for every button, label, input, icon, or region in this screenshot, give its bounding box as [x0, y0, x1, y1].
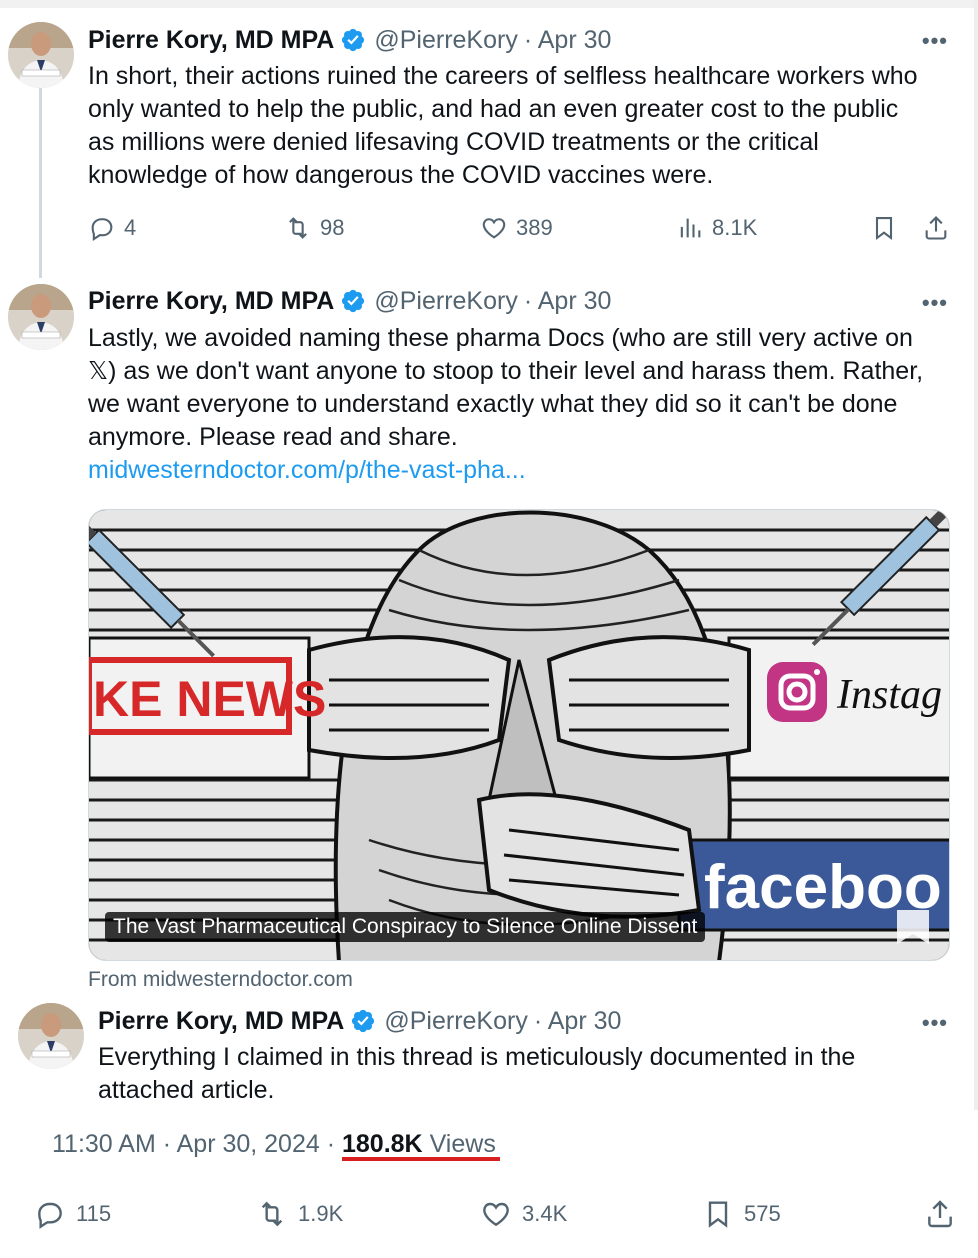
like-button[interactable]: 389	[480, 214, 553, 242]
verified-badge-icon	[342, 28, 365, 52]
share-icon	[928, 1200, 952, 1228]
author-handle[interactable]: @PierreKory	[384, 1006, 527, 1036]
text-line: attached article.	[98, 1076, 275, 1104]
bookmark-icon	[875, 217, 893, 241]
heart-icon	[482, 218, 506, 239]
text-line: we want everyone to understand exactly w…	[88, 390, 898, 418]
like-count: 389	[516, 215, 553, 240]
author-handle[interactable]: @PierreKory	[374, 286, 517, 316]
tweet-actions: 4 98 389 8.1K	[88, 214, 950, 248]
avatar[interactable]	[8, 22, 74, 88]
reply-icon	[91, 218, 113, 242]
highlight-underline	[342, 1157, 500, 1161]
text-line: anymore. Please read and share.	[88, 423, 458, 451]
more-options-icon[interactable]: •••	[922, 1010, 948, 1036]
text-line: as millions were denied lifesaving COVID…	[88, 128, 819, 156]
text-line: Lastly, we avoided naming these pharma D…	[88, 324, 913, 352]
tweet-date[interactable]: · Apr 30	[524, 286, 612, 316]
more-options-icon[interactable]: •••	[922, 28, 948, 54]
reply-count: 4	[124, 215, 137, 240]
verified-badge-icon	[352, 1009, 375, 1033]
tweet-text: Everything I claimed in this thread is m…	[98, 1041, 855, 1107]
repost-icon	[261, 1201, 283, 1227]
reply-button[interactable]: 115	[34, 1198, 111, 1230]
avatar[interactable]	[18, 1003, 84, 1069]
tweet-header: Pierre Kory, MD MPA @PierreKory · Apr 30	[98, 1006, 621, 1036]
tweet-header: Pierre Kory, MD MPA @PierreKory · Apr 30	[88, 286, 611, 316]
verified-badge-icon	[342, 289, 365, 313]
avatar-image	[8, 284, 74, 350]
card-title[interactable]: The Vast Pharmaceutical Conspiracy to Si…	[105, 912, 706, 942]
heart-icon	[483, 1202, 509, 1227]
views-count[interactable]: 180.8K	[342, 1130, 423, 1158]
avatar[interactable]	[8, 284, 74, 350]
tweet-header: Pierre Kory, MD MPA @PierreKory · Apr 30	[88, 25, 611, 55]
author-name[interactable]: Pierre Kory, MD MPA	[88, 25, 334, 55]
avatar-image	[8, 22, 74, 88]
author-handle[interactable]: @PierreKory	[374, 25, 517, 55]
repost-icon	[289, 217, 307, 239]
tweet-text: In short, their actions ruined the caree…	[88, 60, 918, 192]
repost-count: 98	[320, 215, 345, 240]
text-line: Everything I claimed in this thread is m…	[98, 1043, 856, 1071]
text-line: only wanted to help the public, and had …	[88, 95, 899, 123]
share-icon	[925, 216, 947, 240]
reply-count: 115	[76, 1201, 112, 1226]
bookmark-button[interactable]: 575	[702, 1198, 781, 1230]
bookmark-icon	[708, 1201, 728, 1228]
bookmark-button[interactable]	[870, 214, 906, 242]
instagram-text: Instag	[836, 672, 942, 718]
repost-count: 1.9K	[298, 1201, 344, 1226]
reply-icon	[38, 1202, 62, 1229]
tweet-meta: 11:30 AM · Apr 30, 2024 · 180.8K Views	[52, 1130, 496, 1159]
tweet-timestamp[interactable]: 11:30 AM · Apr 30, 2024 ·	[52, 1130, 335, 1158]
text-line: knowledge of how dangerous the COVID vac…	[88, 161, 714, 189]
views-button[interactable]: 8.1K	[676, 214, 757, 242]
analytics-icon	[680, 218, 701, 238]
share-button[interactable]	[922, 214, 958, 242]
more-options-icon[interactable]: •••	[922, 290, 948, 316]
like-count: 3.4K	[522, 1201, 568, 1226]
like-button[interactable]: 3.4K	[480, 1198, 567, 1230]
tweet-date[interactable]: · Apr 30	[524, 25, 612, 55]
tweet-actions: 115 1.9K 3.4K 575	[34, 1198, 964, 1238]
tweet-1[interactable]: Pierre Kory, MD MPA @PierreKory · Apr 30…	[0, 0, 978, 280]
link-card[interactable]: KE NEWS Instag faceboo The Vast Pharmace…	[88, 509, 950, 961]
reply-button[interactable]: 4	[88, 214, 136, 242]
card-source[interactable]: From midwesterndoctor.com	[88, 968, 353, 992]
tweet-text: Lastly, we avoided naming these pharma D…	[88, 322, 923, 487]
repost-button[interactable]: 1.9K	[256, 1198, 343, 1230]
text-line: In short, their actions ruined the caree…	[88, 62, 918, 90]
repost-button[interactable]: 98	[284, 214, 344, 242]
views-label: Views	[429, 1130, 496, 1158]
author-name[interactable]: Pierre Kory, MD MPA	[98, 1006, 344, 1036]
article-link[interactable]: midwesterndoctor.com/p/the-vast-pha...	[88, 454, 923, 487]
tweet-date[interactable]: · Apr 30	[534, 1006, 622, 1036]
fake-news-text: KE NEWS	[93, 671, 326, 727]
text-line: 𝕏) as we don't want anyone to stoop to t…	[88, 357, 924, 385]
card-image: KE NEWS Instag faceboo	[89, 510, 949, 960]
share-button[interactable]	[924, 1198, 966, 1230]
views-count: 8.1K	[712, 215, 758, 240]
bookmark-count: 575	[744, 1201, 781, 1226]
author-name[interactable]: Pierre Kory, MD MPA	[88, 286, 334, 316]
avatar-image	[18, 1003, 84, 1069]
